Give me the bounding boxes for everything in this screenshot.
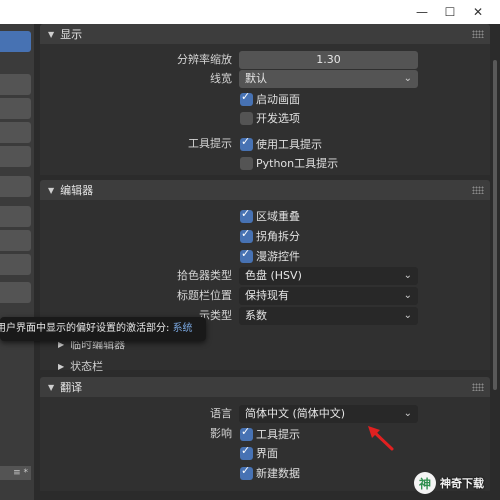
line-width-dropdown[interactable]: 默认 ⌄ [239, 70, 418, 88]
panel-title: 显示 [60, 28, 83, 41]
sidebar-item[interactable] [0, 282, 31, 303]
sidebar-item[interactable] [0, 98, 31, 119]
header-position-dropdown[interactable]: 保持现有 ⌄ [239, 287, 418, 305]
color-picker-dropdown[interactable]: 色盘 (HSV) ⌄ [239, 267, 418, 285]
language-label: 语言 [210, 407, 232, 420]
chevron-down-icon: ⌄ [403, 310, 412, 321]
chevron-down-icon: ⌄ [403, 290, 412, 301]
color-picker-value: 色盘 (HSV) [245, 269, 302, 282]
corner-split-checkbox[interactable] [240, 227, 253, 243]
color-picker-label: 拾色器类型 [177, 269, 232, 282]
scrollbar-thumb[interactable] [493, 60, 497, 390]
language-value: 简体中文 (简体中文) [245, 407, 346, 420]
expand-triangle-icon: ▶ [58, 361, 65, 371]
drag-grip-icon[interactable] [472, 30, 484, 38]
line-width-value: 默认 [245, 72, 267, 85]
close-button[interactable]: ✕ [465, 0, 491, 24]
factor-type-dropdown[interactable]: 系数 ⌄ [239, 307, 418, 325]
nav-controls-label: 漫游控件 [256, 250, 300, 263]
drag-grip-icon[interactable] [472, 186, 484, 194]
use-tooltips-label: 使用工具提示 [256, 138, 322, 151]
collapse-triangle-icon: ▼ [48, 29, 55, 39]
region-overlap-label: 区域重叠 [256, 210, 300, 223]
translate-new-data-label: 新建数据 [256, 467, 300, 480]
tooltips-section-label: 工具提示 [188, 137, 232, 150]
translate-tooltips-checkbox[interactable] [240, 425, 253, 441]
subpanel-status-bar[interactable]: ▶ 状态栏 [58, 358, 103, 374]
translate-interface-checkbox[interactable] [240, 444, 253, 460]
panel-title: 翻译 [60, 381, 83, 394]
resolution-scale-field[interactable]: 1.30 [239, 51, 418, 69]
corner-split-label: 拐角拆分 [256, 230, 300, 243]
sidebar-item-interface[interactable] [0, 31, 31, 52]
tooltip-text: 用户界面中显示的偏好设置的激活部分: [0, 323, 173, 334]
line-width-label: 线宽 [210, 72, 232, 85]
affect-label: 影响 [210, 427, 232, 440]
nav-controls-checkbox[interactable] [240, 247, 253, 263]
sidebar-item[interactable] [0, 74, 31, 95]
annotation-arrow-icon [368, 426, 394, 451]
splash-checkbox[interactable] [240, 90, 253, 106]
panel-header-translation[interactable]: ▼ 翻译 [40, 377, 490, 397]
region-overlap-checkbox[interactable] [240, 207, 253, 223]
translate-tooltips-label: 工具提示 [256, 428, 300, 441]
factor-type-value: 系数 [245, 309, 267, 322]
preferences-sidebar: ≡ * [0, 24, 35, 500]
translate-interface-label: 界面 [256, 447, 278, 460]
translate-new-data-checkbox[interactable] [240, 464, 253, 480]
chevron-down-icon: ⌄ [403, 408, 412, 419]
collapse-triangle-icon: ▼ [48, 185, 55, 195]
panel-header-display[interactable]: ▼ 显示 [40, 24, 490, 44]
python-tooltips-checkbox[interactable] [240, 157, 253, 170]
dev-extras-label: 开发选项 [256, 112, 300, 125]
chevron-down-icon: ⌄ [403, 270, 412, 281]
resolution-scale-label: 分辨率缩放 [177, 53, 232, 66]
minimize-button[interactable]: — [409, 0, 435, 24]
panel-title: 编辑器 [60, 184, 94, 197]
header-position-label: 标题栏位置 [177, 289, 232, 302]
sidebar-item[interactable] [0, 146, 31, 167]
chevron-down-icon: ⌄ [403, 73, 412, 84]
watermark: 神 神奇下载 [414, 466, 500, 500]
window-titlebar: — ☐ ✕ [0, 0, 500, 25]
panel-header-editors[interactable]: ▼ 编辑器 [40, 180, 490, 200]
sidebar-item[interactable] [0, 122, 31, 143]
sidebar-item[interactable] [0, 176, 31, 197]
language-dropdown[interactable]: 简体中文 (简体中文) ⌄ [239, 405, 418, 423]
sidebar-item[interactable] [0, 254, 31, 275]
sidebar-item[interactable] [0, 230, 31, 251]
splash-label: 启动画面 [256, 93, 300, 106]
preferences-menu-button[interactable]: ≡ * [0, 466, 31, 480]
sidebar-item[interactable] [0, 206, 31, 227]
drag-grip-icon[interactable] [472, 383, 484, 391]
tooltip: 用户界面中显示的偏好设置的激活部分: 系统 [0, 317, 206, 341]
header-position-value: 保持现有 [245, 289, 289, 302]
python-tooltips-label: Python工具提示 [256, 157, 339, 170]
subpanel-label: 状态栏 [70, 360, 104, 373]
watermark-text: 神奇下载 [440, 477, 484, 490]
use-tooltips-checkbox[interactable] [240, 135, 253, 151]
dev-extras-checkbox[interactable] [240, 112, 253, 125]
maximize-button[interactable]: ☐ [437, 0, 463, 24]
collapse-triangle-icon: ▼ [48, 382, 55, 392]
tooltip-accent: 系统 [172, 323, 193, 334]
watermark-logo-icon: 神 [414, 472, 436, 494]
